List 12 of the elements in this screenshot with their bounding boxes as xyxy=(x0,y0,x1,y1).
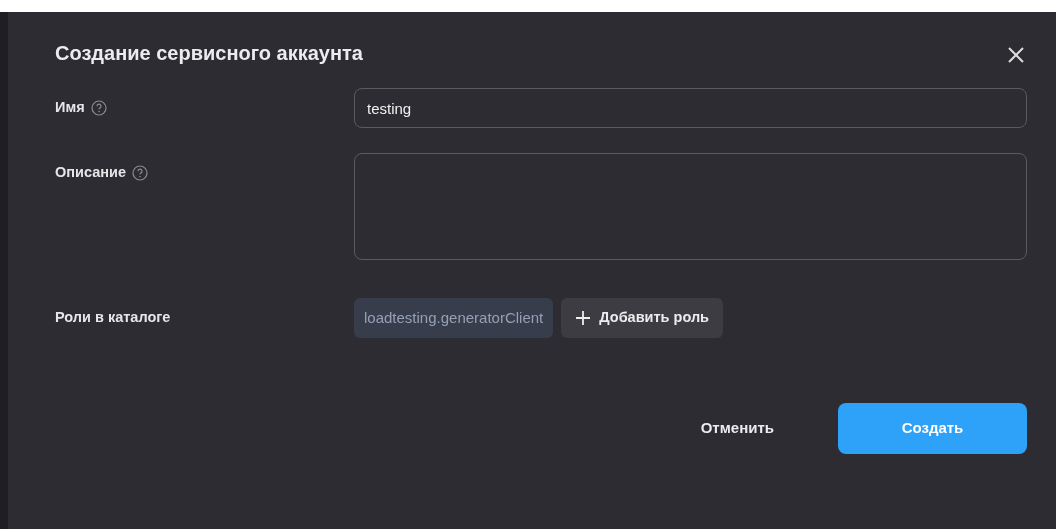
add-role-button[interactable]: Добавить роль xyxy=(561,298,724,338)
help-icon xyxy=(90,100,107,116)
field-label: Роли в каталоге xyxy=(55,308,171,328)
field-label: Описание xyxy=(55,163,126,183)
description-field[interactable] xyxy=(354,153,1027,260)
name-field[interactable]: testing xyxy=(354,88,1027,128)
role-chip: loadtesting.generatorClient xyxy=(354,298,554,338)
field-label: Имя xyxy=(55,98,85,118)
dialog-title: Создание сервисного аккаунта xyxy=(55,41,363,66)
help-icon xyxy=(132,165,148,181)
plus-icon xyxy=(575,310,592,326)
cancel-button[interactable]: Отменить xyxy=(680,403,794,454)
